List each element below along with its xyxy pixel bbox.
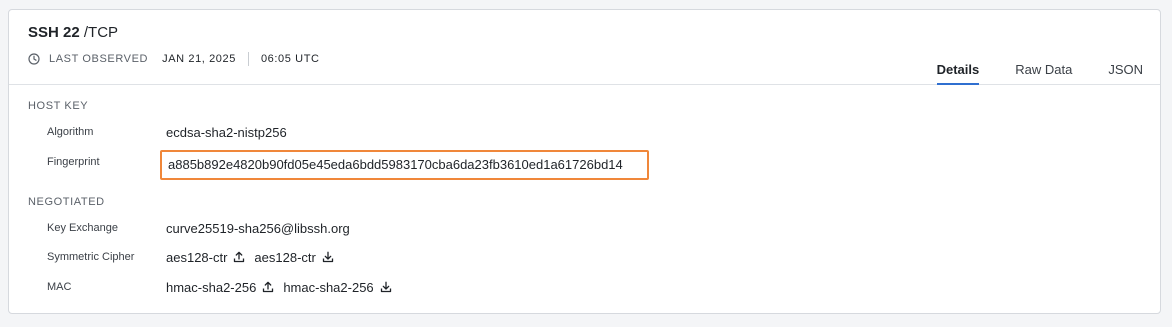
download-icon xyxy=(322,251,334,263)
service-title: SSH 22 /TCP xyxy=(28,24,118,41)
last-observed-date: JAN 21, 2025 xyxy=(162,53,236,65)
service-header: SSH 22 /TCP LAST OBSERVED JAN 21, 2025 0… xyxy=(9,10,1160,85)
view-tabs: Details Raw Data JSON xyxy=(936,62,1160,85)
last-observed-label: LAST OBSERVED xyxy=(49,53,149,65)
last-observed: LAST OBSERVED JAN 21, 2025 06:05 UTC xyxy=(28,52,320,66)
mac-server-to-client: hmac-sha2-256 xyxy=(283,279,374,295)
service-protocol: /TCP xyxy=(83,24,119,41)
negotiated-title: NEGOTIATED xyxy=(28,196,105,208)
fingerprint-value: a885b892e4820b90fd05e45eda6bdd5983170cba… xyxy=(168,157,623,172)
download-icon xyxy=(380,281,392,293)
tab-details[interactable]: Details xyxy=(936,62,980,85)
symmetric-cipher-row: Symmetric Cipher aes128-ctr aes128-ctr xyxy=(47,247,334,267)
host-key-title: HOST KEY xyxy=(28,100,89,112)
tab-raw-data[interactable]: Raw Data xyxy=(1015,62,1072,85)
mac-value: hmac-sha2-256 hmac-sha2-256 xyxy=(166,280,392,295)
fingerprint-label: Fingerprint xyxy=(47,156,100,168)
key-exchange-value: curve25519-sha256@libssh.org xyxy=(166,220,350,236)
mac-label: MAC xyxy=(47,281,72,293)
algorithm-row: Algorithm ecdsa-sha2-nistp256 xyxy=(47,122,287,142)
key-exchange-label: Key Exchange xyxy=(47,222,118,234)
cipher-server-to-client: aes128-ctr xyxy=(254,249,316,265)
symmetric-cipher-label: Symmetric Cipher xyxy=(47,251,135,263)
algorithm-value: ecdsa-sha2-nistp256 xyxy=(166,124,287,140)
clock-icon xyxy=(28,53,40,65)
divider xyxy=(247,52,249,66)
cipher-client-to-server: aes128-ctr xyxy=(166,249,228,265)
upload-icon xyxy=(262,281,274,293)
upload-icon xyxy=(233,251,245,263)
last-observed-time: 06:05 UTC xyxy=(260,53,320,65)
symmetric-cipher-value: aes128-ctr aes128-ctr xyxy=(166,250,334,265)
algorithm-label: Algorithm xyxy=(47,126,94,138)
key-exchange-row: Key Exchange curve25519-sha256@libssh.or… xyxy=(47,218,350,238)
tab-json[interactable]: JSON xyxy=(1108,62,1143,85)
mac-client-to-server: hmac-sha2-256 xyxy=(166,279,257,295)
service-name: SSH 22 xyxy=(28,24,80,41)
service-card: SSH 22 /TCP LAST OBSERVED JAN 21, 2025 0… xyxy=(8,9,1161,314)
mac-row: MAC hmac-sha2-256 hmac-sha2-256 xyxy=(47,277,392,297)
